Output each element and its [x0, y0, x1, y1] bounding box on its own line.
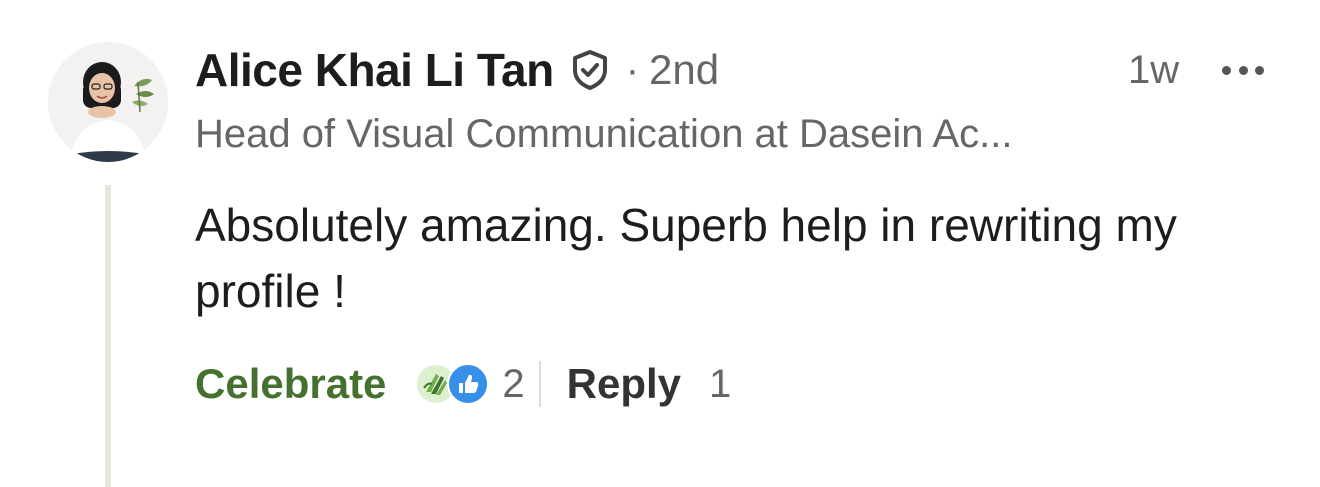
avatar[interactable] [48, 42, 168, 162]
comment-timestamp: 1w [1128, 48, 1180, 92]
comment-item: Alice Khai Li Tan · 2nd 1w Head of Visua… [0, 0, 1320, 487]
more-options-button[interactable] [1222, 56, 1264, 84]
celebrate-button[interactable]: Celebrate [195, 360, 386, 408]
connection-separator: · [625, 47, 640, 92]
verified-shield-icon [568, 48, 612, 92]
author-name[interactable]: Alice Khai Li Tan [195, 43, 554, 97]
reply-count[interactable]: 1 [709, 362, 731, 407]
author-headline: Head of Visual Communication at Dasein A… [195, 112, 1013, 156]
thread-line [105, 185, 111, 487]
like-icon [446, 362, 490, 406]
reply-button[interactable]: Reply [567, 360, 681, 408]
action-divider [538, 361, 541, 407]
comment-header: Alice Khai Li Tan · 2nd [195, 40, 719, 100]
comment-text: Absolutely amazing. Superb help in rewri… [195, 199, 1177, 317]
reaction-icons[interactable] [414, 362, 492, 406]
connection-degree: 2nd [649, 46, 720, 93]
more-horizontal-icon [1222, 65, 1231, 75]
comment-actions: Celebrate 2 Reply 1 [195, 354, 731, 414]
reaction-count[interactable]: 2 [502, 362, 524, 407]
